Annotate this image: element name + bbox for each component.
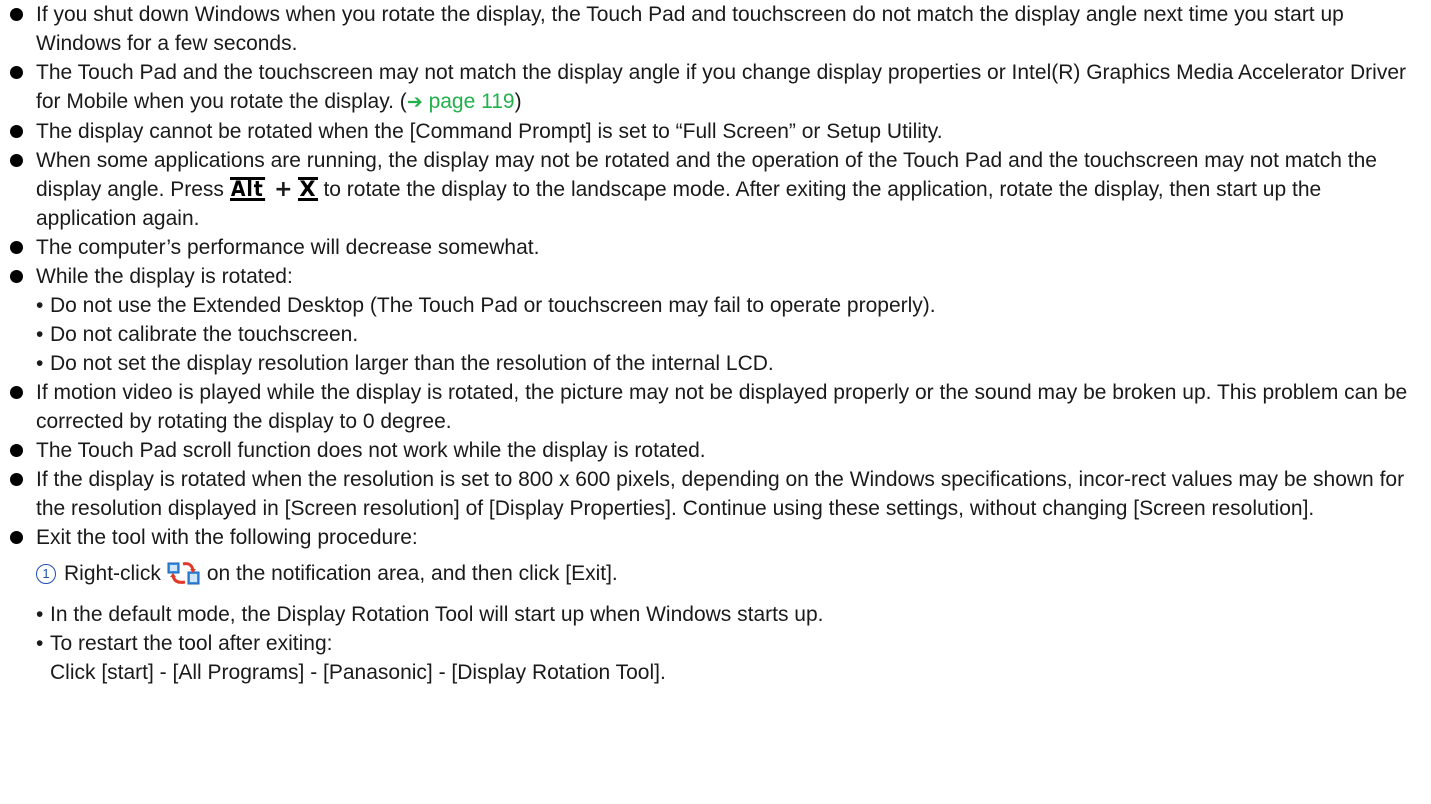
sub-item-text: To restart the tool after exiting:	[50, 632, 333, 655]
bullet-text: The Touch Pad and the touchscreen may no…	[36, 61, 1406, 113]
bullet-icon	[10, 125, 23, 138]
bullet-text: The display cannot be rotated when the […	[36, 120, 943, 143]
list-item: If the display is rotated when the resol…	[0, 465, 1417, 523]
bullet-text-close: )	[514, 90, 522, 113]
sub-item-text: In the default mode, the Display Rotatio…	[50, 603, 824, 626]
list-item: The Touch Pad scroll function does not w…	[0, 436, 1417, 465]
list-item: The computer’s performance will decrease…	[0, 233, 1417, 262]
alt-key-glyph: Alt	[229, 177, 265, 201]
sub-item-text: Do not calibrate the touchscreen.	[50, 323, 359, 346]
bullet-text: If the display is rotated when the resol…	[36, 468, 1405, 520]
small-bullet-icon: •	[36, 323, 44, 346]
small-bullet-icon: •	[36, 632, 44, 655]
x-key-glyph: X	[298, 177, 318, 201]
page-link[interactable]: page 119	[429, 90, 515, 113]
bullet-text: While the display is rotated:	[36, 265, 293, 288]
list-item: If you shut down Windows when you rotate…	[0, 0, 1417, 58]
display-rotation-tool-icon-svg	[167, 562, 200, 585]
bullet-text: If you shut down Windows when you rotate…	[36, 3, 1344, 55]
bullet-icon	[10, 444, 23, 457]
right-arrow-icon: ➔	[406, 92, 423, 113]
bullet-text-tail: to rotate the display to the landscape m…	[36, 178, 1322, 230]
sub-item-text: Do not use the Extended Desktop (The Tou…	[50, 294, 936, 317]
bullet-icon	[10, 270, 23, 283]
list-item: The Touch Pad and the touchscreen may no…	[0, 58, 1417, 117]
list-item: Exit the tool with the following procedu…	[0, 523, 1417, 552]
plus-sign: +	[274, 177, 293, 202]
sub-list-item: • In the default mode, the Display Rotat…	[0, 600, 1417, 629]
bullet-text: The Touch Pad scroll function does not w…	[36, 439, 706, 462]
procedure-step: 1 Right-click on the notification area, a…	[0, 559, 1431, 594]
step-text-post: on the notification area, and then click…	[206, 562, 618, 585]
sub-list-item: • To restart the tool after exiting:	[0, 629, 1417, 658]
small-bullet-icon: •	[36, 603, 44, 626]
bullet-icon	[10, 154, 23, 167]
step-text-pre: Right-click	[64, 562, 161, 585]
step-number: 1	[36, 564, 56, 584]
bullet-icon	[10, 66, 23, 79]
bullet-text: Exit the tool with the following procedu…	[36, 526, 418, 549]
bullet-text: The computer’s performance will decrease…	[36, 236, 540, 259]
bullet-icon	[10, 8, 23, 21]
restart-path-text: Click [start] - [All Programs] - [Panaso…	[50, 661, 666, 684]
bullet-text: If motion video is played while the disp…	[36, 381, 1408, 433]
list-item: If motion video is played while the disp…	[0, 378, 1417, 436]
display-rotation-tool-icon[interactable]	[167, 560, 201, 594]
bullet-icon	[10, 531, 23, 544]
sub-list-item: • Do not calibrate the touchscreen.	[0, 320, 1417, 349]
small-bullet-icon: •	[36, 352, 44, 375]
list-item: While the display is rotated:	[0, 262, 1417, 291]
list-item: When some applications are running, the …	[0, 146, 1417, 233]
bullet-icon	[10, 473, 23, 486]
bullet-icon	[10, 241, 23, 254]
sub-list-item: • Do not set the display resolution larg…	[0, 349, 1417, 378]
small-bullet-icon: •	[36, 294, 44, 317]
bullet-icon	[10, 386, 23, 399]
list-item: The display cannot be rotated when the […	[0, 117, 1417, 146]
sub-list-item: • Do not use the Extended Desktop (The T…	[0, 291, 1417, 320]
sub-item-text: Do not set the display resolution larger…	[50, 352, 774, 375]
document-page: If you shut down Windows when you rotate…	[0, 0, 1431, 687]
